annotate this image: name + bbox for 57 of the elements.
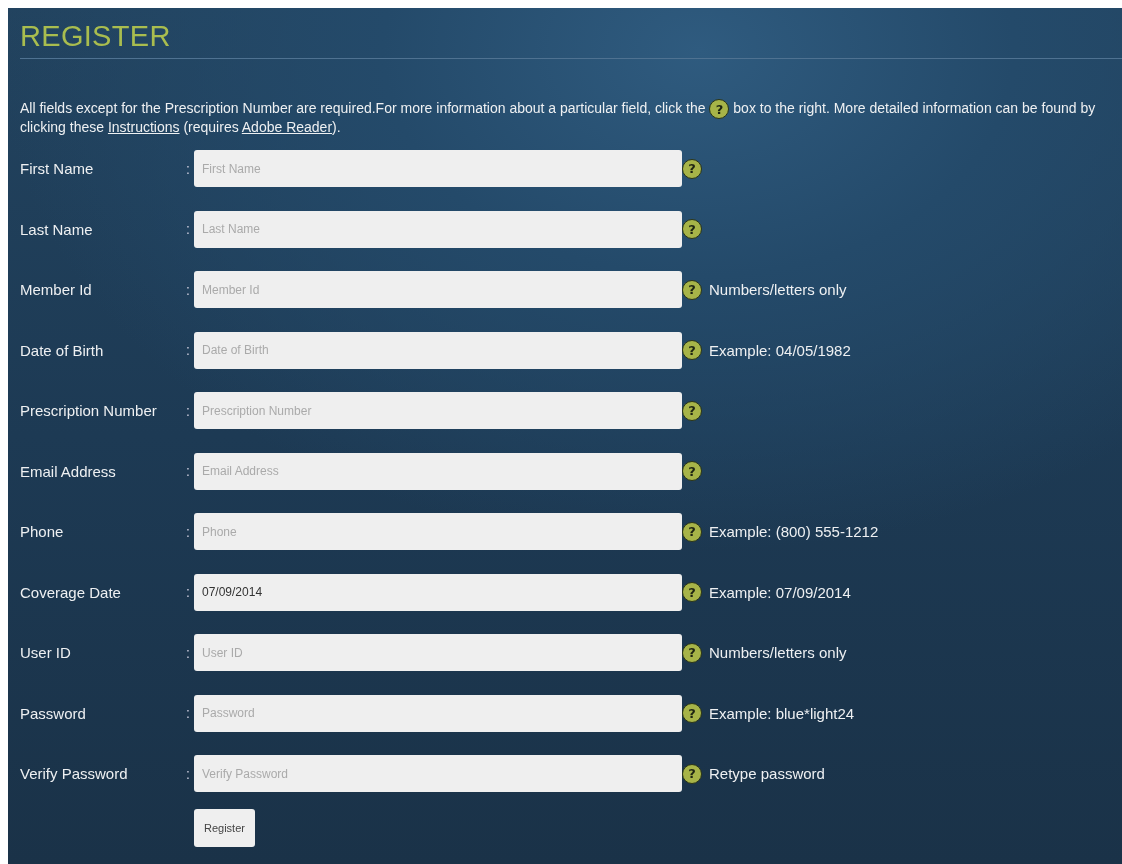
field-label: Email Address	[20, 462, 117, 480]
colon: :	[186, 644, 191, 661]
field-label: Phone	[20, 523, 65, 540]
field-label: Prescription Number	[20, 402, 158, 419]
help-icon[interactable]: ?	[682, 340, 702, 360]
hint-text: Example: blue*light24	[708, 704, 856, 722]
link[interactable]: Adobe Reader	[241, 119, 333, 135]
hint-text: Numbers/letters only	[708, 281, 848, 298]
page-title: REGISTER	[20, 20, 172, 54]
colon: :	[186, 765, 191, 782]
help-icon[interactable]: ?	[682, 461, 702, 481]
help-icon[interactable]: ?	[682, 642, 702, 663]
input-field[interactable]: Prescription Number	[194, 392, 682, 429]
field-label: Date of Birth	[20, 341, 105, 359]
input-field[interactable]: First Name	[194, 150, 682, 187]
field-label: Coverage Date	[20, 583, 122, 601]
colon: :	[186, 463, 191, 479]
field-label: First Name	[20, 160, 95, 177]
help-icon: ?	[709, 99, 730, 119]
input-field[interactable]: User ID	[194, 634, 682, 671]
input-field[interactable]: Date of Birth	[194, 331, 682, 369]
help-icon[interactable]: ?	[682, 582, 702, 602]
field-label: Last Name	[20, 220, 94, 238]
hint-text: Retype password	[708, 765, 826, 782]
link[interactable]: Instructions	[107, 119, 180, 135]
colon: :	[186, 523, 191, 540]
colon: :	[186, 584, 191, 600]
help-icon[interactable]: ?	[682, 219, 702, 239]
field-label: Verify Password	[20, 765, 129, 782]
hint-text: Example: 04/05/1982	[708, 341, 852, 359]
help-icon[interactable]: ?	[682, 703, 702, 723]
instructions-text: All fields except for the Prescription Number are required.For more information about a particular field, click the ? box to the right. More detailed information can be found by clicking these Instructions (requires Adobe Reader).	[20, 99, 1097, 136]
input-field[interactable]: Email Address	[194, 452, 682, 490]
hint-text: Example: 07/09/2014	[708, 583, 852, 601]
register-button[interactable]: Register	[194, 809, 255, 847]
help-icon[interactable]: ?	[682, 521, 702, 542]
hint-text: Example: (800) 555-1212	[708, 523, 880, 540]
help-icon[interactable]: ?	[682, 158, 702, 179]
colon: :	[186, 221, 191, 237]
field-label: Password	[20, 704, 87, 722]
colon: :	[186, 402, 191, 419]
input-field[interactable]: Last Name	[194, 210, 682, 248]
colon: :	[186, 342, 191, 358]
input-field[interactable]: Member Id	[194, 271, 682, 308]
colon: :	[186, 705, 191, 721]
help-icon[interactable]: ?	[682, 763, 702, 784]
input-field[interactable]: 07/09/2014	[194, 573, 682, 611]
input-field[interactable]: Password	[194, 694, 682, 732]
colon: :	[186, 160, 191, 177]
help-icon[interactable]: ?	[682, 400, 702, 421]
colon: :	[186, 281, 191, 298]
input-field[interactable]: Phone	[194, 513, 682, 550]
field-label: Member Id	[20, 281, 93, 298]
field-label: User ID	[20, 644, 72, 661]
help-icon[interactable]: ?	[682, 279, 702, 300]
hint-text: Numbers/letters only	[708, 644, 848, 661]
input-field[interactable]: Verify Password	[194, 755, 682, 792]
